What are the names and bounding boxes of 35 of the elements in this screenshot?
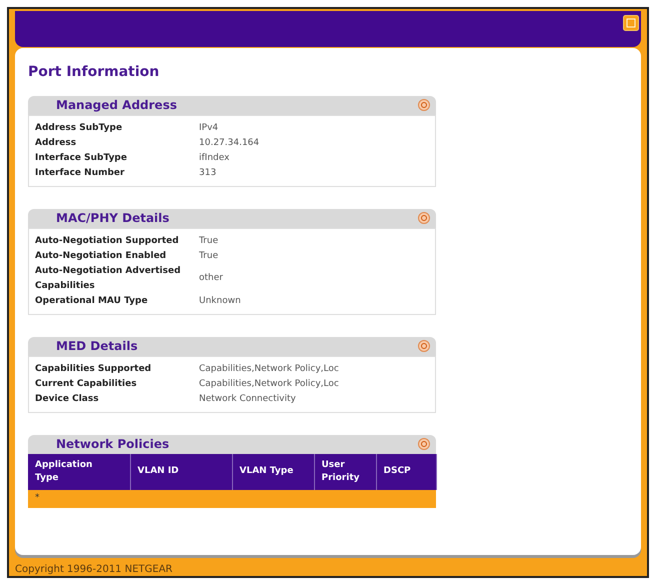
field-value: Unknown: [199, 294, 241, 308]
column-header: DSCP: [376, 454, 436, 490]
field-label: Interface Number: [35, 166, 126, 180]
section-title: MAC/PHY Details: [56, 210, 170, 228]
field-value: 313: [199, 166, 216, 180]
field-value: ifIndex: [199, 152, 230, 165]
section-title: MED Details: [56, 338, 138, 356]
field-value: True: [199, 250, 218, 263]
field-value: True: [199, 234, 218, 248]
field-value: Network Connectivity: [199, 392, 296, 406]
field-label: Address: [35, 136, 78, 150]
field-value: Capabilities,Network Policy,Loc: [199, 362, 339, 376]
section-title: Network Policies: [56, 436, 170, 454]
table-cell: *: [35, 493, 40, 504]
field-value: Capabilities,Network Policy,Loc: [199, 378, 339, 391]
column-header: VLAN Type: [232, 454, 314, 490]
maximize-icon[interactable]: [623, 15, 639, 31]
field-label: Current Capabilities: [35, 378, 138, 391]
column-header: User Priority: [314, 454, 376, 490]
field-label: Auto-Negotiation Enabled: [35, 250, 168, 263]
field-label: Device Class: [35, 392, 100, 406]
field-label: Interface SubType: [35, 152, 128, 165]
field-label: Auto-Negotiation Advertised Capabilities: [35, 264, 182, 293]
copyright-text: Copyright 1996-2011 NETGEAR: [15, 564, 172, 576]
field-label: Capabilities Supported: [35, 362, 152, 376]
field-value: IPv4: [199, 122, 218, 135]
page-title: Port Information: [28, 62, 160, 82]
field-label: Operational MAU Type: [35, 294, 149, 308]
column-header: VLAN ID: [130, 454, 232, 490]
column-header: Application Type: [28, 454, 130, 490]
field-label: Address SubType: [35, 122, 124, 135]
field-label: Auto-Negotiation Supported: [35, 234, 180, 248]
field-value: 10.27.34.164: [199, 136, 260, 150]
field-value: other: [199, 272, 223, 286]
section-title: Managed Address: [56, 97, 177, 114]
